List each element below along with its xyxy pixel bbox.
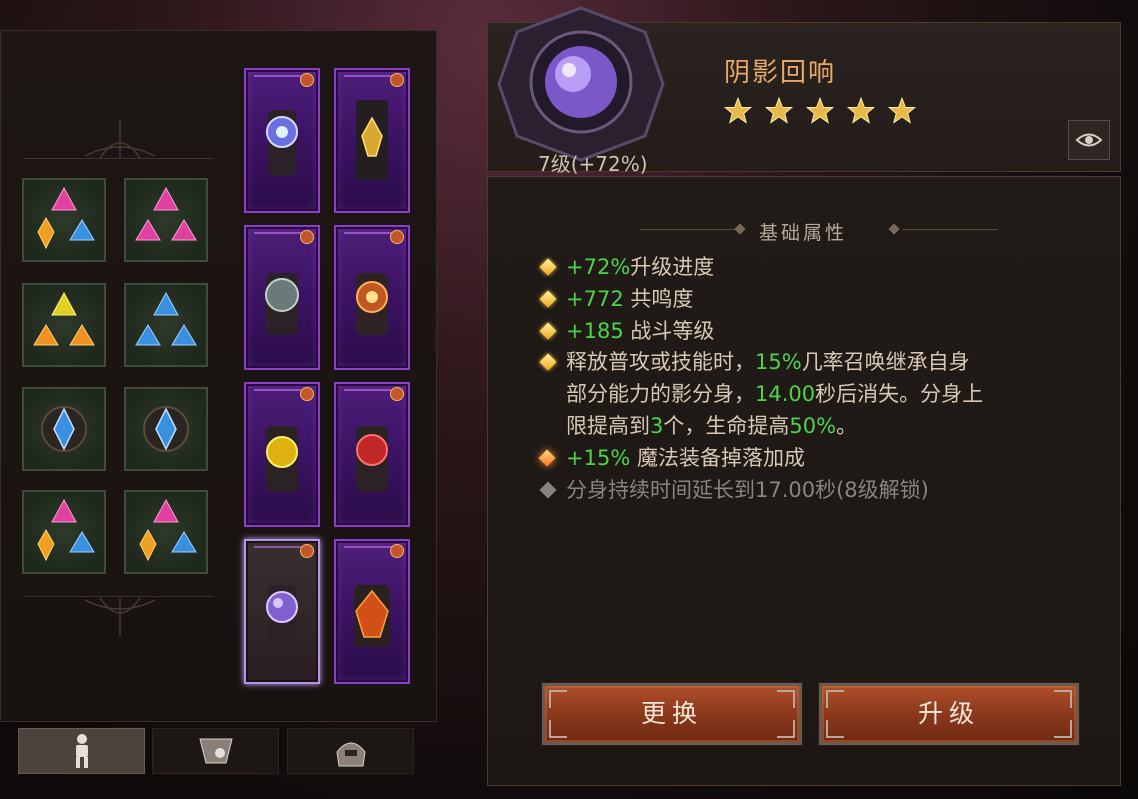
ornament-icon xyxy=(84,120,156,159)
corner-ornament-icon xyxy=(826,720,844,738)
gem-cluster-icon xyxy=(37,186,95,250)
grey-orb-item-icon xyxy=(265,273,299,335)
corner-ornament-icon xyxy=(777,690,795,708)
gem-slot-6[interactable] xyxy=(124,387,208,471)
gem-slot-3[interactable] xyxy=(22,283,106,367)
gem-slot-7[interactable] xyxy=(22,490,106,574)
gem-slot-1[interactable] xyxy=(22,178,106,262)
effect-description: 释放普攻或技能时，15%几率召唤继承自身 部分能力的影分身，14.00秒后消失。… xyxy=(566,350,984,438)
gem-slot-4[interactable] xyxy=(124,283,208,367)
gem-cluster-icon xyxy=(135,186,197,241)
gem-slot-2[interactable] xyxy=(124,178,208,262)
legendary-card-2[interactable] xyxy=(334,68,410,213)
gem-cluster-icon xyxy=(139,498,197,562)
blue-gem-icon xyxy=(143,406,189,452)
star-icon xyxy=(847,97,875,124)
fire-lantern-item-icon xyxy=(356,273,388,335)
replace-button[interactable]: 更换 xyxy=(541,682,803,746)
blue-gem-icon xyxy=(41,406,87,452)
gem-cluster-icon xyxy=(33,291,95,346)
attribute-magic-drop-bonus: +15% 魔法装备掉落加成 xyxy=(566,446,805,470)
helmet-icon xyxy=(335,742,366,767)
upgrade-button[interactable]: 升级 xyxy=(818,682,1080,746)
legendary-card-3[interactable] xyxy=(244,225,320,370)
corner-ornament-icon xyxy=(826,690,844,708)
blue-orb-item-icon xyxy=(266,110,298,176)
flame-item-icon xyxy=(354,585,390,647)
corner-ornament-icon xyxy=(777,720,795,738)
attribute-resonance: +772 共鸣度 xyxy=(566,287,694,311)
golden-crown-item-icon xyxy=(356,100,388,180)
shadow-echo-emblem-icon xyxy=(497,6,665,162)
legendary-card-1[interactable] xyxy=(244,68,320,213)
star-icon xyxy=(724,97,752,124)
star-icon xyxy=(765,97,793,124)
gem-cluster-icon xyxy=(135,291,197,346)
section-title: 基础属性 xyxy=(759,222,848,244)
corner-ornament-icon xyxy=(549,720,567,738)
star-icon xyxy=(888,97,916,124)
attribute-upgrade-progress: +72%升级进度 xyxy=(566,255,715,279)
cape-pendant-icon xyxy=(198,738,233,764)
item-level: 7级(+72%) xyxy=(538,152,648,176)
legendary-card-6[interactable] xyxy=(334,382,410,527)
attribute-combat-level: +185 战斗等级 xyxy=(566,319,715,343)
section-divider-left xyxy=(640,229,736,230)
yellow-orb-item-icon xyxy=(266,426,298,492)
section-divider-right xyxy=(902,229,998,230)
red-orb-item-icon xyxy=(356,426,388,492)
eye-icon xyxy=(1075,133,1103,147)
gem-slot-5[interactable] xyxy=(22,387,106,471)
character-figure-icon xyxy=(75,734,88,768)
legendary-card-5[interactable] xyxy=(244,382,320,527)
gem-cluster-icon xyxy=(37,498,95,562)
gem-slot-8[interactable] xyxy=(124,490,208,574)
legendary-card-7-selected[interactable] xyxy=(244,539,320,684)
corner-ornament-icon xyxy=(549,690,567,708)
replace-button-label: 更换 xyxy=(640,699,703,728)
upgrade-button-label: 升级 xyxy=(917,699,980,728)
helmet-tab[interactable] xyxy=(287,728,414,774)
legendary-card-4[interactable] xyxy=(334,225,410,370)
preview-button[interactable] xyxy=(1068,120,1110,160)
character-tab[interactable] xyxy=(18,728,145,774)
locked-attribute: 分身持续时间延长到17.00秒(8级解锁) xyxy=(566,478,929,502)
star-icon xyxy=(806,97,834,124)
item-title: 阴影回响 xyxy=(724,58,837,88)
ornament-icon xyxy=(84,597,156,636)
corner-ornament-icon xyxy=(1054,720,1072,738)
shadow-orb-item-icon xyxy=(266,585,298,647)
corner-ornament-icon xyxy=(1054,690,1072,708)
equipment-tab[interactable] xyxy=(152,728,279,774)
legendary-card-8[interactable] xyxy=(334,539,410,684)
